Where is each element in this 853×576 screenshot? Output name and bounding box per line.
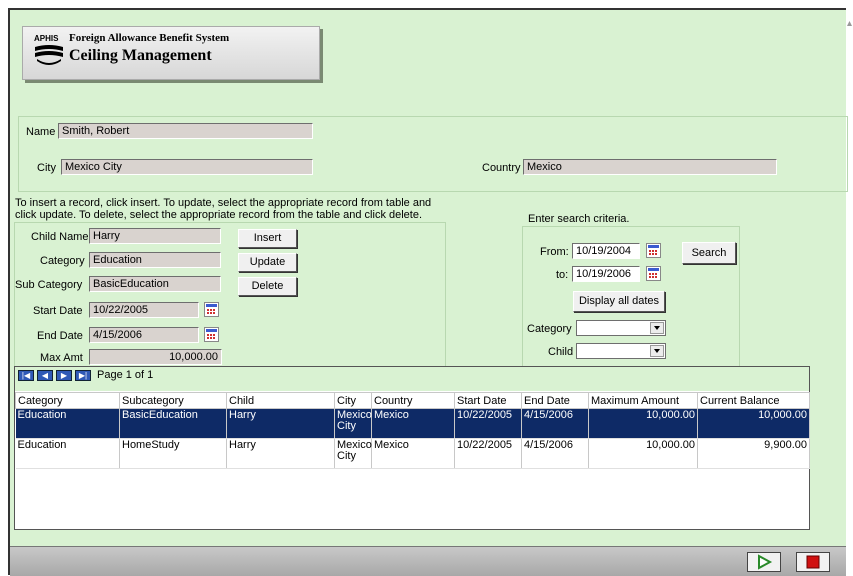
table-cell: Education — [15, 408, 120, 439]
start-date-label: Start Date — [33, 305, 83, 317]
page-indicator: Page 1 of 1 — [97, 369, 154, 381]
search-child-label: Child — [548, 346, 574, 358]
table-cell: 4/15/2006 — [521, 408, 589, 439]
to-label: to: — [556, 269, 569, 281]
calendar-icon[interactable] — [646, 266, 661, 281]
scroll-up-icon[interactable] — [846, 18, 853, 28]
prev-page-icon[interactable]: ◀ — [37, 370, 53, 381]
search-button[interactable]: Search — [682, 242, 736, 264]
table-cell: 9,900.00 — [697, 438, 810, 469]
to-date-field[interactable]: 10/19/2006 — [572, 266, 640, 282]
grid-pager: |◀ ◀ ▶ ▶| Page 1 of 1 — [15, 367, 809, 391]
table-cell: 10/22/2005 — [454, 408, 522, 439]
table-cell: 10,000.00 — [588, 408, 698, 439]
records-table: Category Subcategory Child City Country Start… — [15, 392, 810, 541]
city-field[interactable]: Mexico City — [61, 159, 313, 175]
start-date-field[interactable]: 10/22/2005 — [89, 302, 199, 318]
bottom-toolbar — [10, 546, 846, 576]
from-date-field[interactable]: 10/19/2004 — [572, 243, 640, 259]
table-cell: 10/22/2005 — [454, 438, 522, 469]
name-field[interactable]: Smith, Robert — [58, 123, 313, 139]
child-name-label: Child Name — [31, 231, 89, 243]
update-button[interactable]: Update — [238, 253, 297, 272]
system-name: Foreign Allowance Benefit System — [69, 32, 230, 44]
table-cell: BasicEducation — [119, 408, 227, 439]
chevron-down-icon — [650, 345, 664, 357]
record-panel — [14, 222, 446, 368]
next-page-icon[interactable]: ▶ — [56, 370, 72, 381]
table-cell: Education — [15, 438, 120, 469]
table-empty-area — [16, 469, 810, 542]
search-category-select[interactable] — [576, 320, 666, 336]
max-amt-field[interactable]: 10,000.00 — [89, 349, 222, 365]
stop-icon — [806, 555, 820, 569]
city-label: City — [37, 162, 56, 174]
search-category-label: Category — [527, 323, 572, 335]
display-all-dates-button[interactable]: Display all dates — [573, 291, 665, 312]
table-cell: 10,000.00 — [588, 438, 698, 469]
calendar-icon[interactable] — [204, 302, 219, 317]
column-header[interactable]: Current Balance — [697, 392, 810, 409]
header-banner: APHIS Foreign Allowance Benefit System C… — [22, 26, 320, 80]
column-header[interactable]: Start Date — [454, 392, 522, 409]
country-field[interactable]: Mexico — [523, 159, 777, 175]
table-cell: Harry — [226, 408, 335, 439]
name-label: Name — [26, 126, 56, 138]
column-header[interactable]: Country — [371, 392, 455, 409]
play-icon — [758, 554, 773, 570]
calendar-icon[interactable] — [204, 327, 219, 342]
stop-button[interactable] — [796, 552, 830, 572]
table-cell: Mexico — [371, 438, 455, 469]
table-cell: Mexico — [371, 408, 455, 439]
calendar-icon[interactable] — [646, 243, 661, 258]
chevron-down-icon — [650, 322, 664, 334]
column-header[interactable]: Subcategory — [119, 392, 227, 409]
category-field[interactable]: Education — [89, 252, 221, 268]
sub-category-field[interactable]: BasicEducation — [89, 276, 221, 292]
column-header[interactable]: Maximum Amount — [588, 392, 698, 409]
insert-button[interactable]: Insert — [238, 229, 297, 248]
country-label: Country — [482, 162, 521, 174]
table-cell: 10,000.00 — [697, 408, 810, 439]
table-row[interactable]: Education BasicEducation Harry Mexico City M… — [15, 408, 810, 439]
table-cell: Mexico City — [334, 408, 372, 439]
instructions-line-1: To insert a record, click insert. To upd… — [15, 197, 432, 209]
sub-category-label: Sub Category — [15, 279, 83, 291]
table-row[interactable]: Education HomeStudy Harry Mexico City Mexico… — [15, 438, 810, 469]
column-header[interactable]: Category — [15, 392, 120, 409]
child-name-field[interactable]: Harry — [89, 228, 221, 244]
from-label: From: — [540, 246, 569, 258]
column-header[interactable]: City — [334, 392, 372, 409]
page-title: Ceiling Management — [69, 47, 212, 64]
column-header[interactable]: Child — [226, 392, 335, 409]
records-grid: |◀ ◀ ▶ ▶| Page 1 of 1 Category Subcategor… — [14, 366, 810, 530]
column-header[interactable]: End Date — [521, 392, 589, 409]
end-date-label: End Date — [37, 330, 83, 342]
search-heading: Enter search criteria. — [528, 213, 630, 225]
table-cell: Mexico City — [334, 438, 372, 469]
table-cell: Harry — [226, 438, 335, 469]
first-page-icon[interactable]: |◀ — [18, 370, 34, 381]
delete-button[interactable]: Delete — [238, 277, 297, 296]
search-child-select[interactable] — [576, 343, 666, 359]
max-amt-label: Max Amt — [40, 352, 83, 364]
last-page-icon[interactable]: ▶| — [75, 370, 91, 381]
instructions-line-2: click update. To delete, select the appr… — [15, 209, 423, 221]
svg-text:APHIS: APHIS — [34, 34, 59, 43]
category-label: Category — [40, 255, 85, 267]
table-cell: 4/15/2006 — [521, 438, 589, 469]
table-cell: HomeStudy — [119, 438, 227, 469]
aphis-logo-icon: APHIS — [34, 34, 63, 65]
end-date-field[interactable]: 4/15/2006 — [89, 327, 199, 343]
play-button[interactable] — [747, 552, 781, 572]
